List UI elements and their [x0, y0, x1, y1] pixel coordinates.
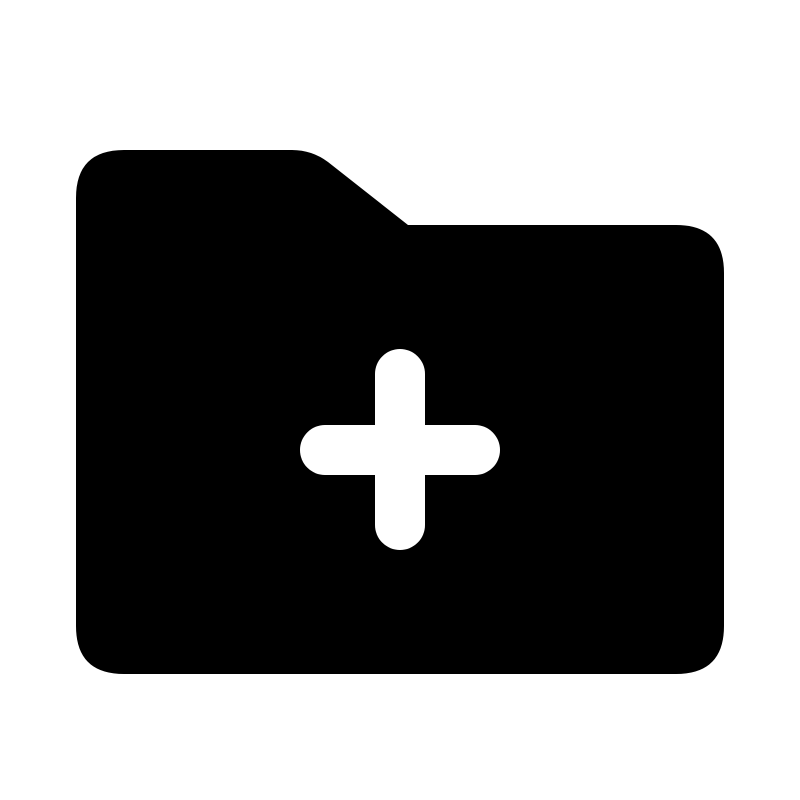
folder-plus-icon — [76, 150, 724, 674]
icon-canvas — [0, 0, 800, 800]
